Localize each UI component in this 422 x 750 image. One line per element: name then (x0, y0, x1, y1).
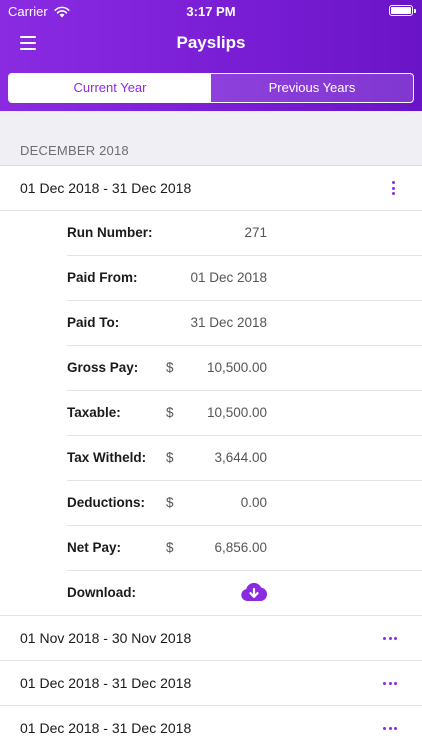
detail-row-run-number: Run Number: 271 (0, 211, 422, 256)
payslip-period: 01 Dec 2018 - 31 Dec 2018 (20, 720, 192, 736)
section-header: DECEMBER 2018 (0, 111, 422, 166)
detail-label: Net Pay: (67, 540, 122, 555)
detail-row-paid-from: Paid From: 01 Dec 2018 (0, 256, 422, 301)
detail-row-tax-witheld: Tax Witheld: $ 3,644.00 (0, 436, 422, 481)
payslip-row-expanded[interactable]: 01 Dec 2018 - 31 Dec 2018 (0, 166, 422, 211)
payslip-row[interactable]: 01 Dec 2018 - 31 Dec 2018 (0, 661, 422, 706)
year-segmented-control: Current Year Previous Years (8, 73, 414, 103)
detail-value: 271 (244, 225, 267, 240)
nav-bar: Payslips (0, 22, 422, 66)
payslip-row[interactable]: 01 Dec 2018 - 31 Dec 2018 (0, 706, 422, 750)
currency-symbol: $ (166, 360, 174, 375)
status-time: 3:17 PM (186, 4, 236, 19)
top-bar: Carrier 3:17 PM Payslips Current Year Pr… (0, 0, 422, 111)
payslip-row[interactable]: 01 Nov 2018 - 30 Nov 2018 (0, 616, 422, 661)
detail-value: 31 Dec 2018 (190, 315, 267, 330)
detail-row-gross-pay: Gross Pay: $ 10,500.00 (0, 346, 422, 391)
horizontal-ellipsis-icon[interactable] (383, 637, 397, 641)
detail-value: 0.00 (240, 495, 267, 510)
currency-symbol: $ (166, 405, 174, 420)
vertical-ellipsis-icon[interactable] (390, 181, 396, 195)
detail-label: Taxable: (67, 405, 121, 420)
detail-label: Download: (67, 585, 136, 600)
detail-row-download: Download: (0, 571, 422, 616)
horizontal-ellipsis-icon[interactable] (383, 682, 397, 686)
detail-label: Tax Witheld: (67, 450, 147, 465)
detail-label: Deductions: (67, 495, 146, 510)
detail-label: Paid From: (67, 270, 138, 285)
payslip-list: DECEMBER 2018 01 Dec 2018 - 31 Dec 2018 … (0, 111, 422, 750)
detail-label: Paid To: (67, 315, 120, 330)
detail-row-net-pay: Net Pay: $ 6,856.00 (0, 526, 422, 571)
section-header-label: DECEMBER 2018 (20, 143, 129, 158)
detail-value: 6,856.00 (214, 540, 267, 555)
detail-label: Gross Pay: (67, 360, 139, 375)
cloud-download-icon[interactable] (240, 581, 268, 603)
detail-label: Run Number: (67, 225, 153, 240)
currency-symbol: $ (166, 540, 174, 555)
payslip-period: 01 Dec 2018 - 31 Dec 2018 (20, 675, 192, 691)
detail-row-deductions: Deductions: $ 0.00 (0, 481, 422, 526)
payslip-period: 01 Dec 2018 - 31 Dec 2018 (20, 180, 192, 196)
detail-value: 10,500.00 (206, 405, 267, 420)
payslip-period: 01 Nov 2018 - 30 Nov 2018 (20, 630, 192, 646)
detail-value: 10,500.00 (206, 360, 267, 375)
tab-current-year[interactable]: Current Year (9, 74, 211, 102)
currency-symbol: $ (166, 450, 174, 465)
horizontal-ellipsis-icon[interactable] (383, 727, 397, 731)
detail-value: 3,644.00 (214, 450, 267, 465)
detail-row-paid-to: Paid To: 31 Dec 2018 (0, 301, 422, 346)
currency-symbol: $ (166, 495, 174, 510)
detail-row-taxable: Taxable: $ 10,500.00 (0, 391, 422, 436)
battery-icon (389, 5, 416, 16)
detail-value: 01 Dec 2018 (190, 270, 267, 285)
tab-previous-years[interactable]: Previous Years (211, 74, 413, 102)
page-title: Payslips (176, 33, 246, 52)
status-bar: Carrier 3:17 PM (0, 0, 422, 22)
